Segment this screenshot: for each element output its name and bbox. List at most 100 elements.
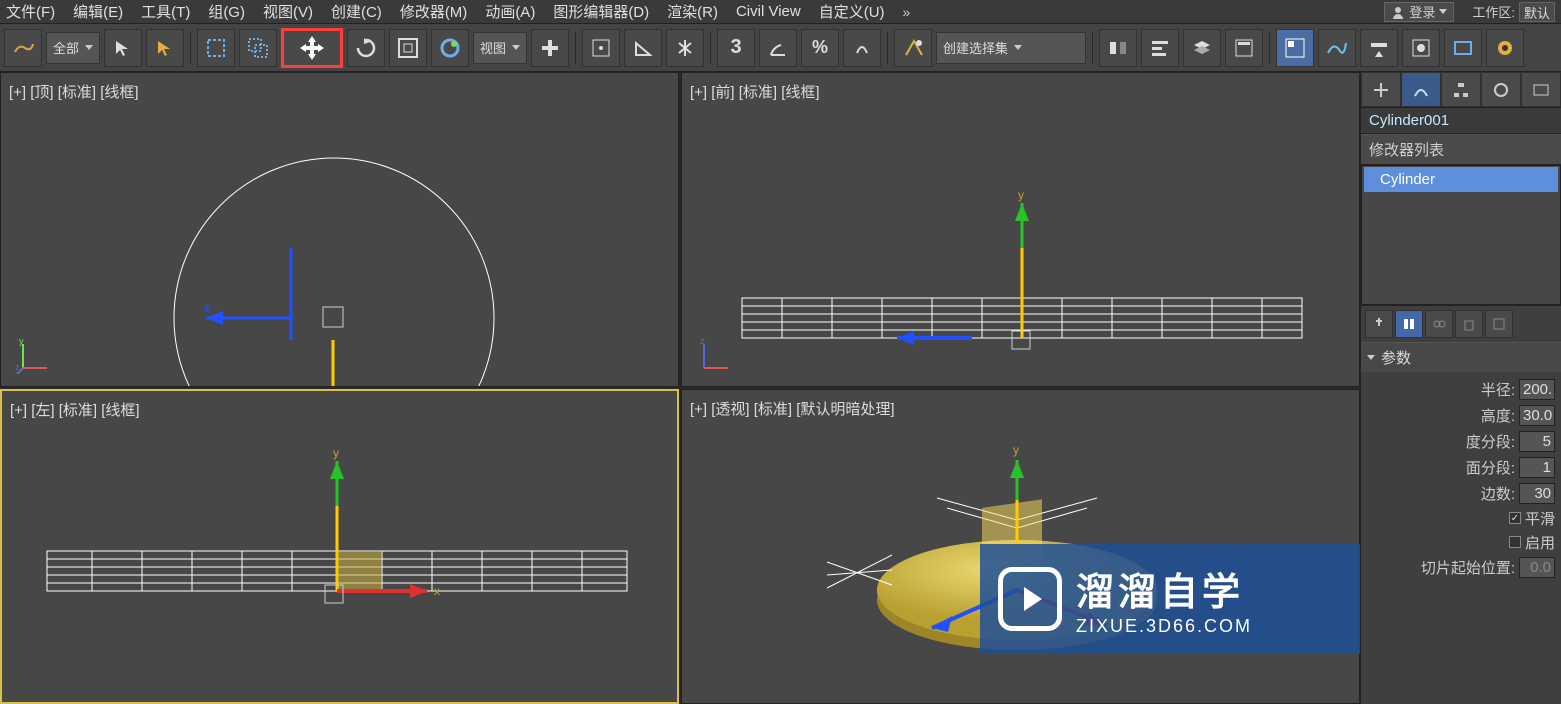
param-height-input[interactable]: 30.0 bbox=[1519, 405, 1555, 426]
modifier-stack[interactable]: Cylinder bbox=[1361, 165, 1561, 305]
caret-down-icon bbox=[1367, 355, 1375, 360]
curve-editor-button[interactable] bbox=[1276, 29, 1314, 67]
pin-stack-button[interactable] bbox=[1365, 310, 1393, 338]
named-selection-dropdown[interactable]: 创建选择集 bbox=[936, 32, 1086, 64]
menu-group[interactable]: 组(G) bbox=[208, 1, 245, 22]
edit-named-selection-button[interactable] bbox=[894, 29, 932, 67]
workspace-label: 工作区: bbox=[1472, 2, 1515, 21]
viewport-content: y x bbox=[2, 391, 662, 651]
workspace-selector[interactable]: 工作区: 默认 bbox=[1472, 2, 1555, 22]
snap-3d-button[interactable]: 3 bbox=[717, 29, 755, 67]
svg-text:y: y bbox=[1013, 443, 1019, 457]
svg-text:y: y bbox=[333, 446, 339, 460]
tab-motion[interactable] bbox=[1481, 72, 1521, 107]
select-and-rotate-button[interactable] bbox=[347, 29, 385, 67]
angle-snap-button[interactable] bbox=[624, 29, 662, 67]
unique-icon bbox=[1432, 317, 1446, 331]
tab-hierarchy[interactable] bbox=[1441, 72, 1481, 107]
select-and-move-button[interactable] bbox=[281, 28, 343, 68]
menu-tools[interactable]: 工具(T) bbox=[141, 1, 190, 22]
caret-down-icon bbox=[512, 45, 520, 50]
selection-filter-dropdown[interactable]: 全部 bbox=[46, 32, 100, 64]
smooth-label: 平滑 bbox=[1525, 508, 1555, 529]
menu-rendering[interactable]: 渲染(R) bbox=[667, 1, 718, 22]
cursor-arrow-icon[interactable] bbox=[146, 29, 184, 67]
material-editor-button[interactable] bbox=[1360, 29, 1398, 67]
menu-civil-view[interactable]: Civil View bbox=[736, 3, 801, 20]
select-region-rect-button[interactable] bbox=[197, 29, 235, 67]
svg-text:y: y bbox=[1018, 188, 1024, 202]
select-object-button[interactable] bbox=[104, 29, 142, 67]
slice-enable-label: 启用 bbox=[1525, 532, 1555, 553]
link-tool-icon[interactable] bbox=[4, 29, 42, 67]
menu-create[interactable]: 创建(C) bbox=[331, 1, 382, 22]
make-unique-button[interactable] bbox=[1425, 310, 1453, 338]
percent-snap-button[interactable]: % bbox=[801, 29, 839, 67]
tab-create[interactable] bbox=[1361, 72, 1401, 107]
menu-more[interactable]: » bbox=[903, 4, 911, 20]
viewport-grid: [+] [顶] [标准] [线框] z x yz [+] [前] [标准] [线… bbox=[0, 72, 1360, 704]
schematic-view-button[interactable] bbox=[1318, 29, 1356, 67]
modifier-stack-item[interactable]: Cylinder bbox=[1364, 167, 1558, 192]
mirror-tool-button[interactable] bbox=[1099, 29, 1137, 67]
hierarchy-icon bbox=[1452, 81, 1470, 99]
viewport-content: y bbox=[682, 390, 1360, 650]
select-and-place-button[interactable] bbox=[431, 29, 469, 67]
reference-coord-dropdown[interactable]: 视图 bbox=[473, 32, 527, 64]
param-slice-from-input[interactable]: 0.0 bbox=[1519, 557, 1555, 578]
modifier-list-dropdown[interactable]: 修改器列表 bbox=[1361, 134, 1561, 165]
param-sides-input[interactable]: 30 bbox=[1519, 483, 1555, 504]
use-pivot-center-button[interactable] bbox=[531, 29, 569, 67]
motion-icon bbox=[1492, 81, 1510, 99]
svg-text:y: y bbox=[19, 336, 24, 346]
slice-enable-checkbox[interactable] bbox=[1509, 536, 1521, 548]
select-region-window-button[interactable] bbox=[239, 29, 277, 67]
viewport-content: z x bbox=[1, 73, 661, 387]
menu-customize[interactable]: 自定义(U) bbox=[819, 1, 885, 22]
mirror-button[interactable] bbox=[666, 29, 704, 67]
menu-edit[interactable]: 编辑(E) bbox=[73, 1, 123, 22]
param-height-segs-input[interactable]: 5 bbox=[1519, 431, 1555, 452]
angle-snap-toggle-button[interactable] bbox=[759, 29, 797, 67]
axis-indicator-icon: z bbox=[696, 336, 736, 376]
render-button[interactable] bbox=[1486, 29, 1524, 67]
spinner-snap-button[interactable] bbox=[843, 29, 881, 67]
pin-icon bbox=[1372, 317, 1386, 331]
caret-down-icon bbox=[1014, 45, 1022, 50]
align-button[interactable] bbox=[1141, 29, 1179, 67]
viewport-content: y bbox=[682, 73, 1360, 387]
menu-animation[interactable]: 动画(A) bbox=[485, 1, 535, 22]
toolbar-divider bbox=[575, 32, 576, 64]
menu-file[interactable]: 文件(F) bbox=[6, 1, 55, 22]
toolbar-divider bbox=[1092, 32, 1093, 64]
layer-explorer-button[interactable] bbox=[1183, 29, 1221, 67]
viewport-left[interactable]: [+] [左] [标准] [线框] y x bbox=[0, 389, 679, 704]
menu-graph-editors[interactable]: 图形编辑器(D) bbox=[553, 1, 649, 22]
configure-sets-button[interactable] bbox=[1485, 310, 1513, 338]
rollout-parameters: 参数 半径:200. 高度:30.0 度分段:5 面分段:1 边数:30 平滑 … bbox=[1361, 342, 1561, 584]
caret-down-icon bbox=[85, 45, 93, 50]
menu-modifiers[interactable]: 修改器(M) bbox=[400, 1, 468, 22]
snap-toggle-button[interactable] bbox=[582, 29, 620, 67]
tab-modify[interactable] bbox=[1401, 72, 1441, 107]
toggle-ribbon-button[interactable] bbox=[1225, 29, 1263, 67]
remove-modifier-button[interactable] bbox=[1455, 310, 1483, 338]
viewport-perspective[interactable]: [+] [透视] [标准] [默认明暗处理] y bbox=[681, 389, 1360, 704]
viewport-top[interactable]: [+] [顶] [标准] [线框] z x yz bbox=[0, 72, 679, 387]
tab-display[interactable] bbox=[1521, 72, 1561, 107]
signin-button[interactable]: 登录 bbox=[1384, 2, 1454, 22]
render-frame-button[interactable] bbox=[1444, 29, 1482, 67]
param-cap-segs-input[interactable]: 1 bbox=[1519, 457, 1555, 478]
modifier-stack-toolbar bbox=[1361, 305, 1561, 342]
viewport-front[interactable]: [+] [前] [标准] [线框] y z bbox=[681, 72, 1360, 387]
show-end-result-button[interactable] bbox=[1395, 310, 1423, 338]
menu-bar: 文件(F) 编辑(E) 工具(T) 组(G) 视图(V) 创建(C) 修改器(M… bbox=[0, 0, 1561, 24]
object-name-field[interactable]: Cylinder001 bbox=[1361, 108, 1561, 134]
smooth-checkbox[interactable] bbox=[1509, 512, 1521, 524]
toolbar-divider bbox=[710, 32, 711, 64]
render-setup-button[interactable] bbox=[1402, 29, 1440, 67]
menu-view[interactable]: 视图(V) bbox=[263, 1, 313, 22]
rollout-header[interactable]: 参数 bbox=[1361, 343, 1561, 372]
param-radius-input[interactable]: 200. bbox=[1519, 379, 1555, 400]
select-and-scale-button[interactable] bbox=[389, 29, 427, 67]
